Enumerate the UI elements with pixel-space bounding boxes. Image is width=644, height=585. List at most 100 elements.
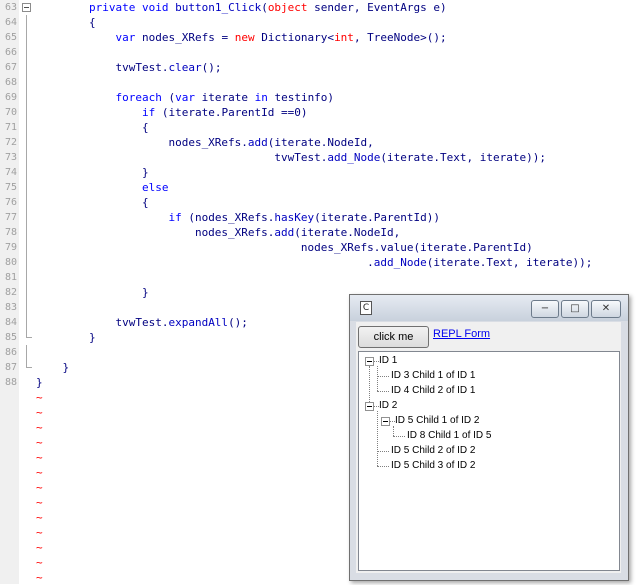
- maximize-button[interactable]: □: [561, 300, 589, 318]
- tree-connector: [377, 391, 389, 392]
- fold-guide: [26, 120, 27, 135]
- code-line: 71 {: [0, 120, 644, 135]
- empty-line-tilde: ~: [36, 511, 43, 524]
- tree-connector: [377, 466, 389, 467]
- tree-node-label[interactable]: ID 4 Child 2 of ID 1: [391, 384, 475, 398]
- tree-collapse-icon[interactable]: [381, 417, 390, 426]
- line-number: 72: [4, 137, 17, 148]
- empty-line-tilde: ~: [36, 421, 43, 434]
- tree-connector: [393, 436, 405, 437]
- tree-branch-connector: [377, 366, 378, 391]
- empty-line-tilde: ~: [36, 391, 43, 404]
- code-text: }: [36, 376, 43, 389]
- empty-line-tilde: ~: [36, 466, 43, 479]
- code-line: 63 private void button1_Click(object sen…: [0, 0, 644, 15]
- window-client-area: click me REPL Form ID 1 ID 3 Child 1 of I…: [356, 322, 621, 573]
- tree-node-label[interactable]: ID 3 Child 1 of ID 1: [391, 369, 475, 383]
- line-number: 69: [4, 92, 17, 103]
- line-number: 73: [4, 152, 17, 163]
- fold-guide: [26, 360, 32, 368]
- line-number: 88: [4, 377, 17, 388]
- code-line: 72 nodes_XRefs.add(iterate.NodeId,: [0, 135, 644, 150]
- fold-guide: [26, 255, 27, 270]
- empty-line-tilde: ~: [36, 481, 43, 494]
- fold-guide: [26, 60, 27, 75]
- empty-line-tilde: ~: [36, 436, 43, 449]
- fold-guide: [26, 180, 27, 195]
- fold-guide: [26, 195, 27, 210]
- line-number: 76: [4, 197, 17, 208]
- line-number: 82: [4, 287, 17, 298]
- fold-guide: [26, 45, 27, 60]
- minimize-button[interactable]: −: [531, 300, 559, 318]
- code-text: if (iterate.ParentId ==0): [141, 106, 308, 119]
- code-text: foreach (var iterate in testinfo): [115, 91, 335, 104]
- fold-guide: [26, 330, 32, 338]
- code-line: 70 if (iterate.ParentId ==0): [0, 105, 644, 120]
- tree-node-label[interactable]: ID 2: [379, 399, 397, 413]
- fold-guide: [26, 240, 27, 255]
- code-text: }: [36, 331, 96, 344]
- tree-root-connector: [369, 366, 370, 406]
- code-line: 78 nodes_XRefs.add(iterate.NodeId,: [0, 225, 644, 240]
- fold-guide: [26, 225, 27, 240]
- code-text: nodes_XRefs.value(iterate.ParentId): [36, 241, 533, 254]
- empty-line-tilde: ~: [36, 496, 43, 509]
- repl-form-link[interactable]: REPL Form: [433, 328, 490, 340]
- line-number: 87: [4, 362, 17, 373]
- code-line: 64 {: [0, 15, 644, 30]
- code-text: }: [36, 286, 149, 299]
- tree-view[interactable]: ID 1 ID 3 Child 1 of ID 1 ID 4 Child 2 of …: [358, 351, 620, 571]
- tree-connector: [377, 451, 389, 452]
- code-text: {: [36, 16, 96, 29]
- code-line: 81: [0, 270, 644, 285]
- fold-guide: [26, 165, 27, 180]
- tree-collapse-icon[interactable]: [365, 357, 374, 366]
- code-text: var nodes_XRefs = new Dictionary<int, Tr…: [115, 31, 447, 44]
- fold-collapse-icon[interactable]: [22, 3, 31, 12]
- fold-guide: [26, 15, 27, 30]
- code-text: tvwTest.clear();: [36, 61, 222, 74]
- fold-guide: [26, 345, 27, 360]
- code-text: {: [36, 121, 149, 134]
- click-me-button[interactable]: click me: [358, 326, 429, 348]
- code-line: 74 }: [0, 165, 644, 180]
- line-number: 86: [4, 347, 17, 358]
- code-line: 73 tvwTest.add_Node(iterate.Text, iterat…: [0, 150, 644, 165]
- line-number: 85: [4, 332, 17, 343]
- tree-node-label[interactable]: ID 5 Child 2 of ID 2: [391, 444, 475, 458]
- code-line: 66: [0, 45, 644, 60]
- fold-guide: [26, 300, 27, 315]
- code-line: 68: [0, 75, 644, 90]
- close-button[interactable]: ✕: [591, 300, 621, 318]
- fold-guide: [26, 75, 27, 90]
- fold-guide: [26, 150, 27, 165]
- window-titlebar[interactable]: C − □ ✕: [350, 295, 628, 321]
- line-number: 77: [4, 212, 17, 223]
- tree-node-label[interactable]: ID 5 Child 1 of ID 2: [395, 414, 479, 428]
- code-text: private void button1_Click(object sender…: [88, 1, 447, 14]
- tree-node-label[interactable]: ID 8 Child 1 of ID 5: [407, 429, 491, 443]
- fold-guide: [26, 90, 27, 105]
- empty-line-tilde: ~: [36, 556, 43, 569]
- code-line: 79 nodes_XRefs.value(iterate.ParentId): [0, 240, 644, 255]
- code-line: 75 else: [0, 180, 644, 195]
- code-text: {: [36, 196, 149, 209]
- code-line: 65 var nodes_XRefs = new Dictionary<int,…: [0, 30, 644, 45]
- tree-node-label[interactable]: ID 5 Child 3 of ID 2: [391, 459, 475, 473]
- tree-node-label[interactable]: ID 1: [379, 354, 397, 368]
- line-number: 75: [4, 182, 17, 193]
- code-text: .add_Node(iterate.Text, iterate));: [36, 256, 593, 269]
- code-text: nodes_XRefs.add(iterate.NodeId,: [36, 226, 401, 239]
- fold-guide: [26, 210, 27, 225]
- tree-branch-connector: [377, 411, 378, 466]
- empty-line-tilde: ~: [36, 571, 43, 584]
- code-text: }: [36, 166, 149, 179]
- tree-collapse-icon[interactable]: [365, 402, 374, 411]
- line-number: 78: [4, 227, 17, 238]
- code-text: else: [141, 181, 169, 194]
- tree-connector: [377, 376, 389, 377]
- line-number: 65: [4, 32, 17, 43]
- code-line: 69 foreach (var iterate in testinfo): [0, 90, 644, 105]
- line-number: 84: [4, 317, 17, 328]
